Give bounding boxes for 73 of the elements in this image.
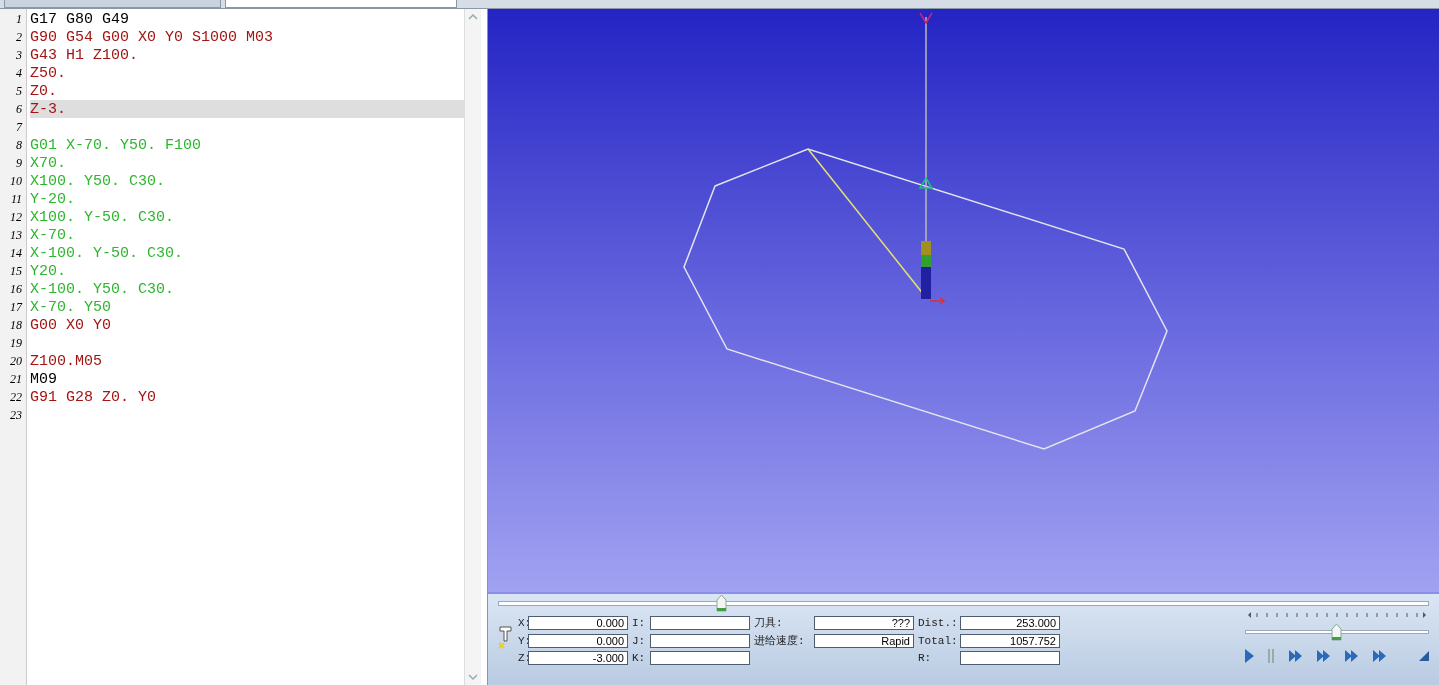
code-line: Y20. [30,262,66,280]
line-number: 15 [9,262,23,280]
readout-field: 1057.752 [960,633,1060,648]
run-to-end-icon[interactable] [1373,650,1387,662]
code-line: X70. [30,154,66,172]
line-number: 1 [15,10,23,28]
pause-icon[interactable] [1268,649,1275,663]
tool-icon [498,625,512,651]
code-line: G90 G54 G00 X0 Y0 S1000 M03 [30,28,274,46]
code-line: X-100. Y50. C30. [30,280,175,298]
code-line: G00 X0 Y0 [30,316,111,334]
field-label: Total: [917,634,959,647]
line-number: 8 [15,136,23,154]
field-label: Z: [517,652,528,664]
field-label: I: [631,616,647,629]
field-label: 刀具: [753,616,784,630]
line-number: 9 [15,154,23,172]
readout-field: Rapid [814,633,914,648]
readout-field: 0.000 [528,633,628,648]
readout-field: 0.000 [528,615,628,630]
field-label: R: [917,652,933,664]
line-number: 3 [15,46,23,64]
fast-forward-icon[interactable] [1317,650,1331,662]
field-label: J: [631,634,647,647]
code-line: G91 G28 Z0. Y0 [30,388,157,406]
skip-forward-icon[interactable] [1345,650,1359,662]
readout-field: ??? [814,615,914,630]
code-line: Z0. [30,82,57,100]
line-number: 5 [15,82,23,100]
line-number: 22 [9,388,23,406]
code-line: G01 X-70. Y50. F100 [30,136,202,154]
line-number: 12 [9,208,23,226]
line-number: 11 [9,190,23,208]
slider-thumb[interactable] [715,593,727,612]
line-number: 7 [15,118,24,136]
code-line: G43 H1 Z100. [30,46,139,64]
line-number: 19 [9,334,23,352]
resize-grip-icon[interactable] [1419,651,1429,661]
speed-slider[interactable] [1245,623,1429,641]
field-label: K: [631,652,647,664]
readout-field: 253.000 [960,615,1060,630]
code-line: X100. Y-50. C30. [30,208,175,226]
field-label: X: [517,616,528,629]
code-line: M09 [30,370,57,388]
line-number: 21 [9,370,23,388]
slider-thumb[interactable] [1331,623,1342,641]
code-line: Z100.M05 [30,352,102,370]
field-label: 进给速度: [753,634,806,648]
line-number: 13 [9,226,23,244]
field-label: Y: [517,634,528,647]
code-line: Z50. [30,64,66,82]
code-line: X-70. Y50 [30,298,111,316]
line-number: 20 [9,352,23,370]
play-icon[interactable] [1245,649,1254,663]
timeline-slider[interactable] [498,594,1429,612]
code-line: Y-20. [30,190,75,208]
code-line: G17 G80 G49 [30,10,130,28]
readout-field: -3.000 [528,651,628,665]
line-number: 14 [9,244,23,262]
line-number: 6 [15,100,23,118]
line-number: 23 [9,406,23,424]
line-number: 2 [15,28,23,46]
code-line: X-70. [30,226,75,244]
line-number: 18 [9,316,23,334]
code-line: X100. Y50. C30. [30,172,166,190]
line-number: 17 [9,298,24,316]
code-line: X-100. Y-50. C30. [30,244,184,262]
step-forward-icon[interactable] [1289,650,1303,662]
line-number: 16 [9,280,23,298]
field-label: Dist.: [917,616,959,629]
line-number: 10 [9,172,23,190]
line-number: 4 [15,64,23,82]
code-line: Z-3. [30,100,66,118]
